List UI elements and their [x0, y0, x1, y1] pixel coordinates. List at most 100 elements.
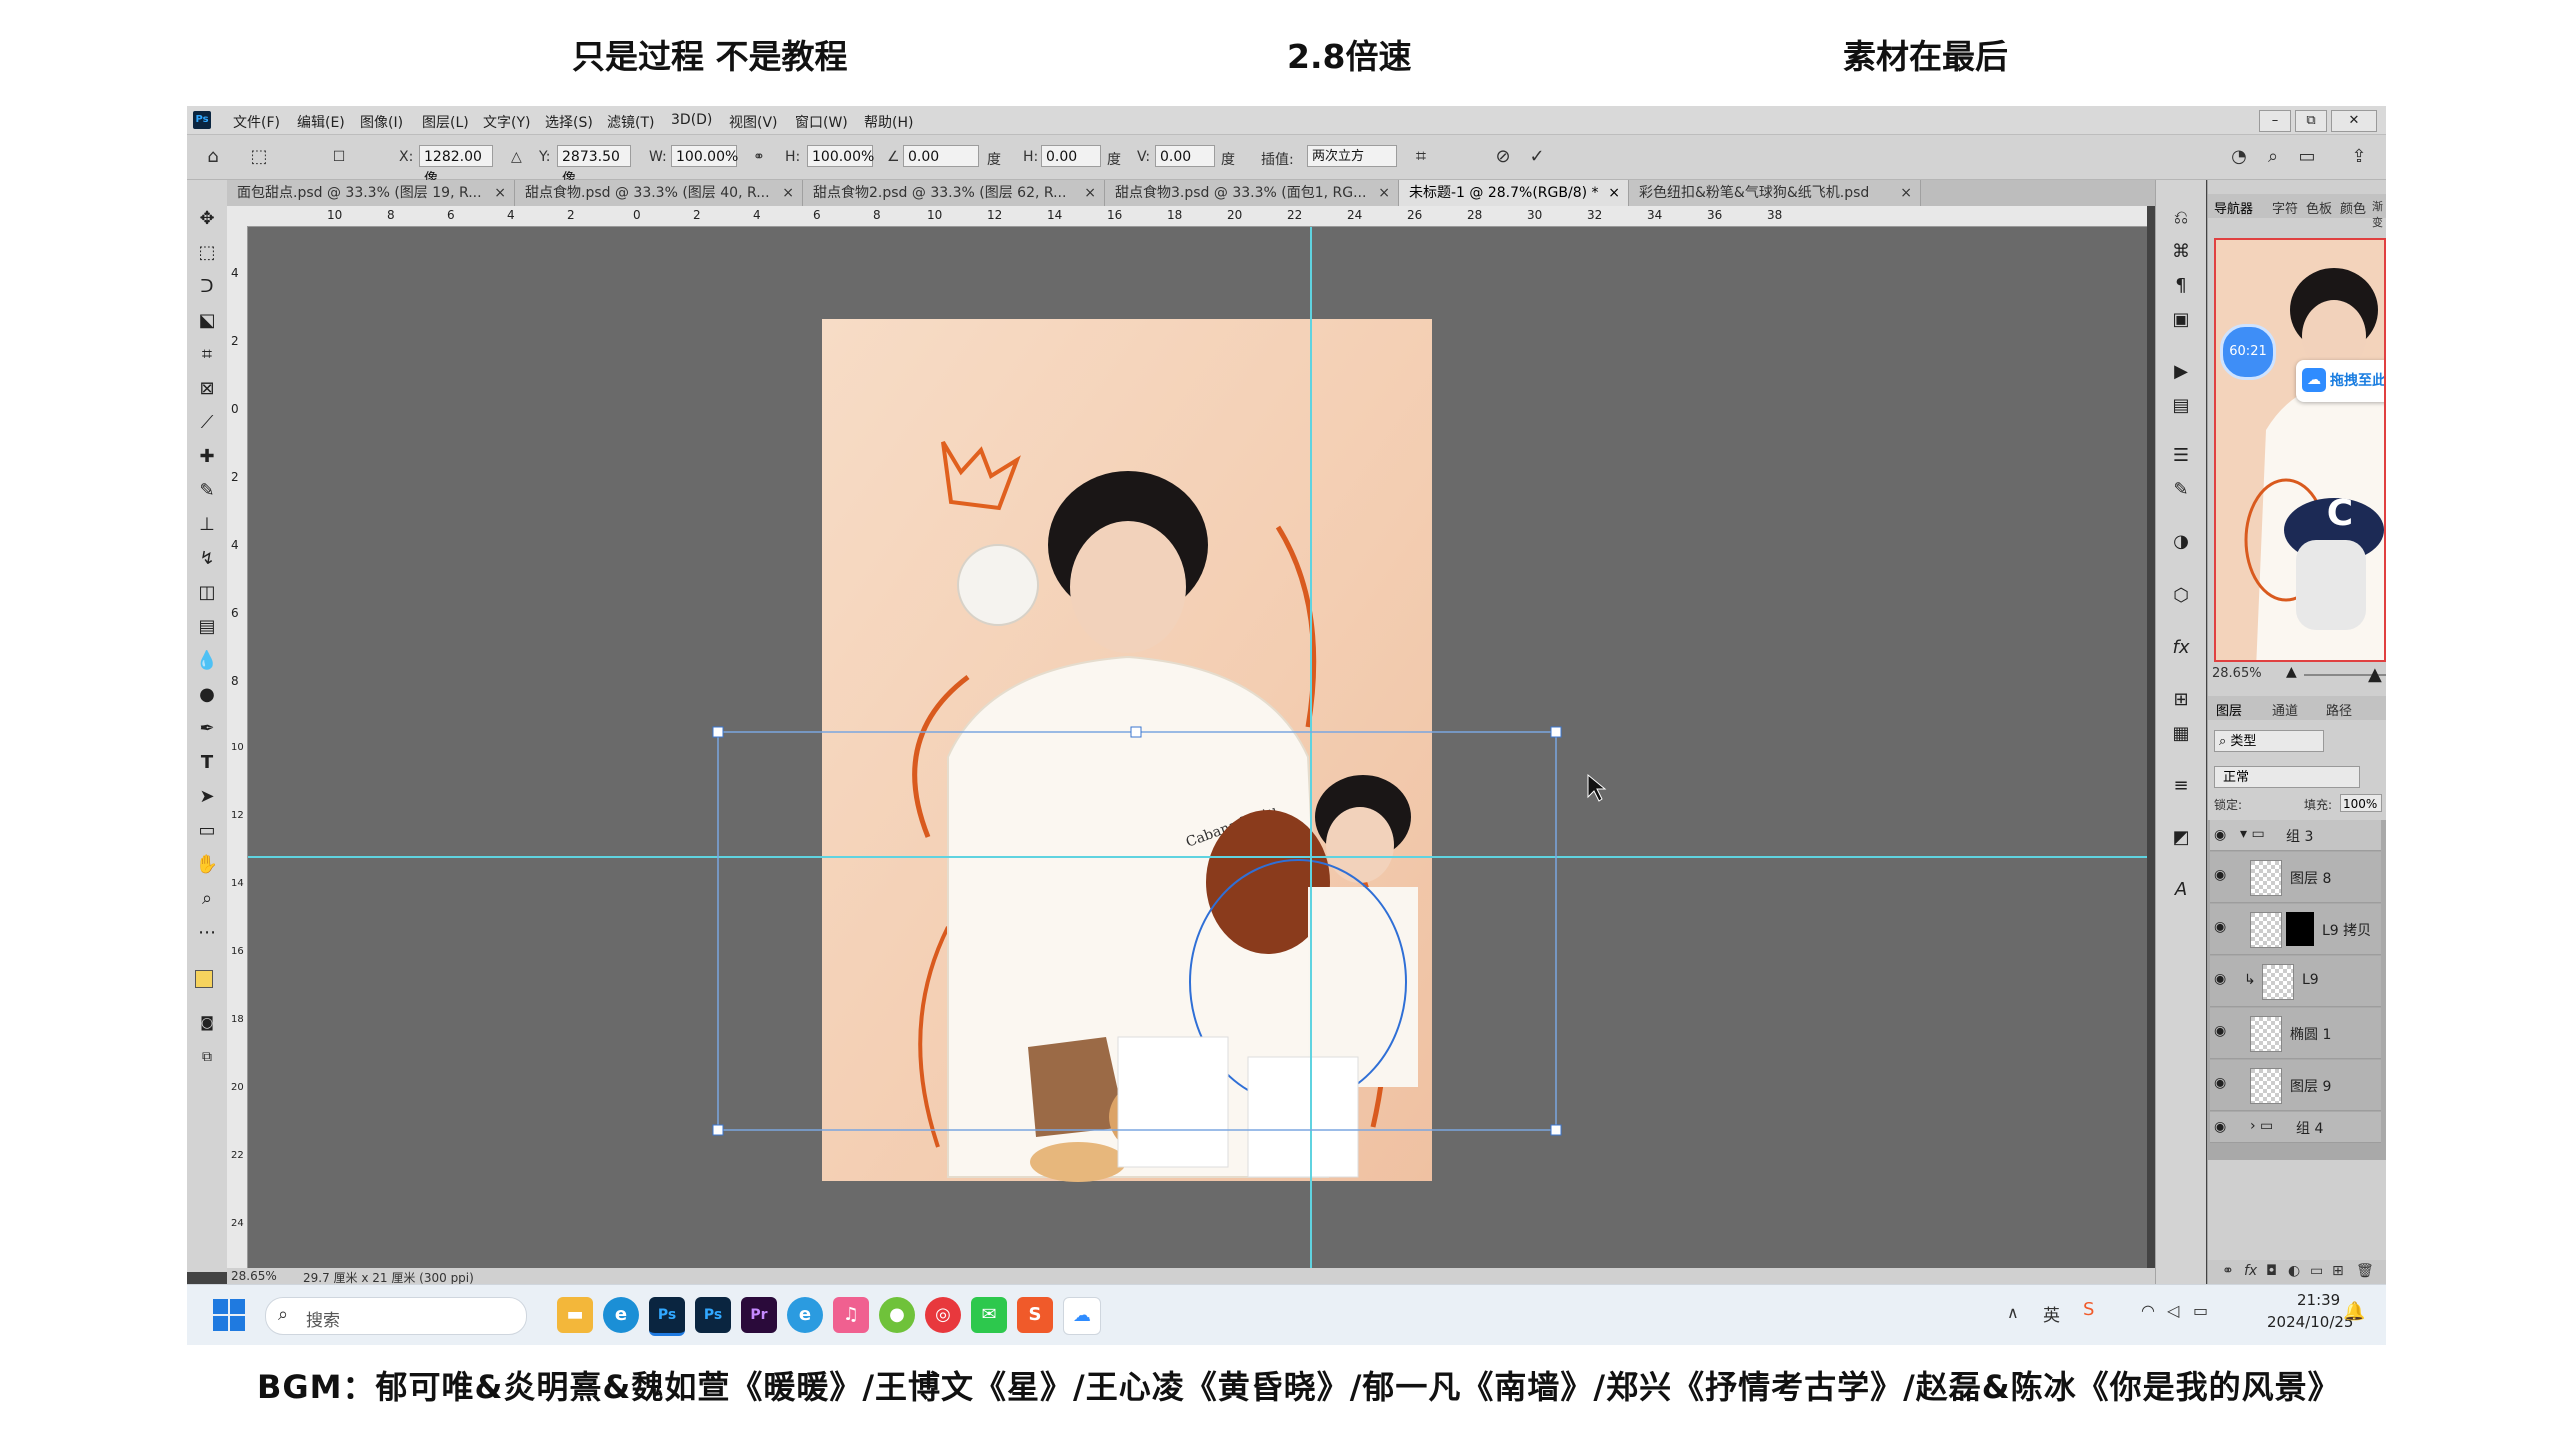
transform-handle[interactable] — [1550, 726, 1562, 738]
brushes-panel-icon[interactable]: ✎ — [2169, 478, 2193, 502]
zoom-out-icon[interactable]: ▲ — [2286, 664, 2297, 680]
interpolation-select[interactable]: 两次立方 — [1307, 145, 1397, 167]
menu-3d[interactable]: 3D(D) — [671, 112, 712, 128]
visibility-eye-icon[interactable]: ◉ — [2214, 1075, 2226, 1091]
layer-filter-select[interactable]: ⌕ 类型 — [2214, 730, 2324, 752]
wifi-icon[interactable]: ◠ — [2141, 1301, 2155, 1320]
document-canvas[interactable]: Cabana Mutu — [248, 227, 2147, 1268]
photoshop-beta-icon[interactable]: Ps — [695, 1297, 731, 1333]
adjustment-layer-icon[interactable]: ◐ — [2288, 1263, 2300, 1279]
close-icon[interactable]: × — [1378, 180, 1390, 206]
minimize-button[interactable]: – — [2259, 110, 2291, 132]
menu-layer[interactable]: 图层(L) — [422, 112, 469, 132]
vertical-skew-field[interactable]: 0.00 — [1155, 145, 1215, 167]
blur-tool-icon[interactable]: 💧 — [194, 648, 220, 674]
home-icon[interactable]: ⌂ — [201, 145, 225, 169]
paragraph-panel-icon[interactable]: ¶ — [2169, 274, 2193, 298]
visibility-eye-icon[interactable]: ◉ — [2214, 1119, 2226, 1135]
eraser-tool-icon[interactable]: ◫ — [194, 580, 220, 606]
reference-point-checkbox[interactable]: ☐ — [327, 145, 351, 169]
fx-panel-icon[interactable]: fx — [2169, 636, 2193, 660]
gradient-tool-icon[interactable]: ▤ — [194, 614, 220, 640]
menu-edit[interactable]: 编辑(E) — [297, 112, 345, 132]
layer-row-group[interactable]: ◉ › ▭ 组 4 — [2210, 1112, 2381, 1143]
zoom-in-icon[interactable]: ▲ — [2368, 664, 2382, 685]
foreground-color-swatch[interactable] — [195, 970, 213, 988]
lasso-tool-icon[interactable]: ᑐ — [194, 274, 220, 300]
netease-music-icon[interactable]: ◎ — [925, 1297, 961, 1333]
zoom-level[interactable]: 28.65% — [231, 1269, 277, 1283]
layer-row[interactable]: ◉ 图层 9 — [2210, 1060, 2381, 1111]
layer-row[interactable]: ◉ L9 拷贝 — [2210, 904, 2381, 955]
height-field[interactable]: 100.00% — [807, 145, 874, 167]
hand-tool-icon[interactable]: ✋ — [194, 852, 220, 878]
horizontal-skew-field[interactable]: 0.00 — [1041, 145, 1101, 167]
notification-bell-icon[interactable]: 🔔 — [2343, 1301, 2365, 1322]
align-panel-icon[interactable]: ⊞ — [2169, 688, 2193, 712]
visibility-eye-icon[interactable]: ◉ — [2214, 919, 2226, 935]
transform-handle[interactable] — [1130, 726, 1142, 738]
tab-document-3[interactable]: 甜点食物2.psd @ 33.3% (图层 62, R... × — [803, 180, 1105, 206]
navigator-thumbnail[interactable]: 60:21 ☁ 拖拽至此上传 C — [2214, 238, 2386, 662]
clock-date[interactable]: 2024/10/25 — [2267, 1313, 2353, 1331]
y-position-field[interactable]: 2873.50 像 — [557, 145, 631, 187]
file-explorer-icon[interactable]: ▬ — [557, 1297, 593, 1333]
notes-panel-icon[interactable]: ▤ — [2169, 394, 2193, 418]
brush-tool-icon[interactable]: ✎ — [194, 478, 220, 504]
close-icon[interactable]: × — [1084, 180, 1096, 206]
tab-document-6[interactable]: 彩色纽扣&粉笔&气球狗&纸飞机.psd × — [1629, 180, 1921, 206]
frame-tool-icon[interactable]: ⊠ — [194, 376, 220, 402]
tray-overflow-icon[interactable]: ∧ — [2007, 1303, 2019, 1322]
cloud-user-icon[interactable]: ◔ — [2227, 145, 2251, 169]
close-icon[interactable]: × — [1608, 180, 1620, 206]
transform-tool-icon[interactable]: ⬚ — [247, 145, 271, 169]
clock-time[interactable]: 21:39 — [2297, 1291, 2340, 1309]
close-button[interactable]: ✕ — [2331, 110, 2377, 132]
tab-layers[interactable]: 图层 — [2216, 700, 2242, 719]
tab-document-2[interactable]: 甜点食物.psd @ 33.3% (图层 40, R... × — [515, 180, 803, 206]
baidu-netdisk-icon[interactable]: ☁ — [1063, 1297, 1101, 1335]
visibility-eye-icon[interactable]: ◉ — [2214, 827, 2226, 843]
tab-channels[interactable]: 通道 — [2272, 700, 2298, 719]
taskbar-search-box[interactable]: ⌕ 搜索 — [265, 1297, 527, 1335]
document-size[interactable]: 29.7 厘米 x 21 厘米 (300 ppi) — [303, 1269, 474, 1284]
ie-browser-icon[interactable]: e — [787, 1297, 823, 1333]
fill-field[interactable]: 100% — [2340, 794, 2382, 812]
tab-color[interactable]: 颜色 — [2340, 198, 2366, 217]
share-icon[interactable]: ⇪ — [2347, 145, 2371, 169]
libraries-panel-icon[interactable]: ◩ — [2169, 826, 2193, 850]
path-select-tool-icon[interactable]: ➤ — [194, 784, 220, 810]
tab-navigator[interactable]: 导航器 — [2214, 198, 2253, 217]
stamp-tool-icon[interactable]: ⊥ — [194, 512, 220, 538]
new-group-icon[interactable]: ▭ — [2310, 1263, 2323, 1279]
actions-play-icon[interactable]: ▶ — [2169, 360, 2193, 384]
media-player-icon[interactable]: ● — [879, 1297, 915, 1333]
dodge-tool-icon[interactable]: ● — [194, 682, 220, 708]
canvas-area[interactable]: Cabana Mutu — [248, 227, 2147, 1268]
add-mask-icon[interactable]: ◘ — [2266, 1263, 2277, 1279]
delete-layer-icon[interactable]: 🗑 — [2356, 1263, 2374, 1279]
tab-paths[interactable]: 路径 — [2326, 700, 2352, 719]
pen-tool-icon[interactable]: ✒ — [194, 716, 220, 742]
menu-filter[interactable]: 滤镜(T) — [607, 112, 654, 132]
visibility-eye-icon[interactable]: ◉ — [2214, 971, 2226, 987]
menu-view[interactable]: 视图(V) — [729, 112, 778, 132]
layer-mask-thumbnail[interactable] — [2286, 912, 2314, 946]
history-brush-tool-icon[interactable]: ↯ — [194, 546, 220, 572]
object-select-tool-icon[interactable]: ⬕ — [194, 308, 220, 334]
windows-start-icon[interactable] — [213, 1299, 245, 1331]
close-icon[interactable]: × — [1900, 180, 1912, 206]
tab-swatches[interactable]: 色板 — [2306, 198, 2332, 217]
transform-handle[interactable] — [712, 726, 724, 738]
menu-image[interactable]: 图像(I) — [360, 112, 403, 132]
link-layers-icon[interactable]: ⚭ — [2222, 1263, 2234, 1279]
tab-document-1[interactable]: 面包甜点.psd @ 33.3% (图层 19, R... × — [227, 180, 515, 206]
transform-handle[interactable] — [712, 1124, 724, 1136]
layer-row-group[interactable]: ◉ ▾ ▭ 组 3 — [2210, 820, 2381, 851]
menu-type[interactable]: 文字(Y) — [483, 112, 530, 132]
3d-panel-icon[interactable]: ⬡ — [2169, 584, 2193, 608]
visibility-eye-icon[interactable]: ◉ — [2214, 867, 2226, 883]
marquee-tool-icon[interactable]: ⬚ — [194, 240, 220, 266]
tab-character[interactable]: 字符 — [2272, 198, 2298, 217]
search-icon[interactable]: ⌕ — [2261, 145, 2285, 169]
